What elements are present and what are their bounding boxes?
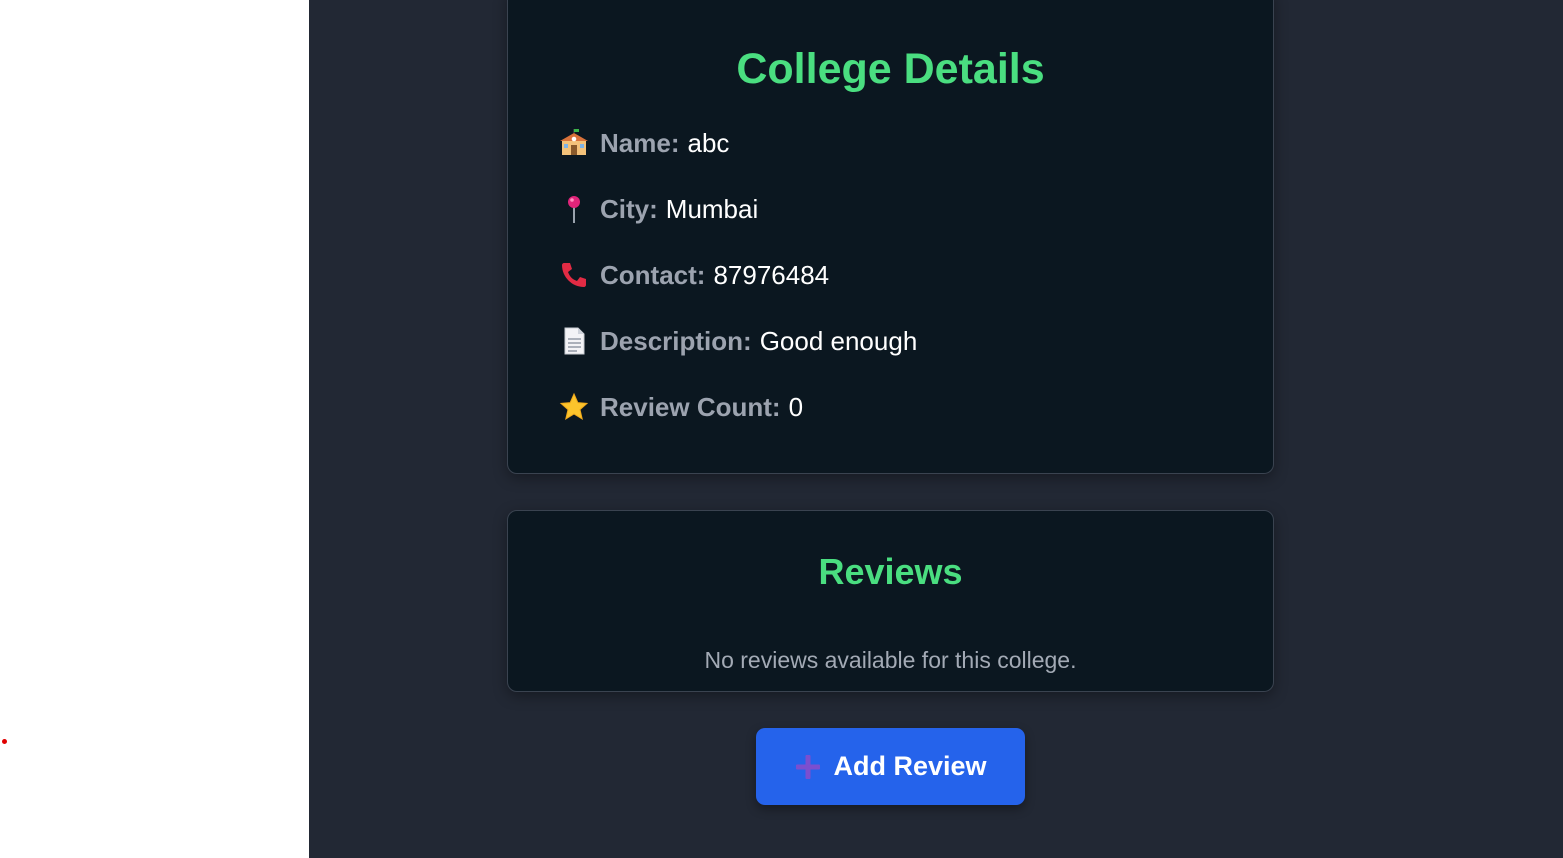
star-icon xyxy=(559,392,589,422)
add-review-button[interactable]: Add Review xyxy=(756,728,1025,805)
red-dot-marker xyxy=(2,739,7,744)
document-icon xyxy=(559,326,589,356)
blank-left-pane xyxy=(0,0,309,858)
reviews-title: Reviews xyxy=(818,551,963,592)
detail-row-description: Description: Good enough xyxy=(559,323,917,359)
telephone-icon xyxy=(559,260,589,290)
detail-label: City: xyxy=(600,193,658,224)
detail-label: Contact: xyxy=(600,259,706,290)
detail-label: Description: xyxy=(600,325,752,356)
pushpin-icon xyxy=(559,194,589,224)
detail-value: 0 xyxy=(788,391,804,422)
detail-row-review-count: Review Count: 0 xyxy=(559,389,803,425)
plus-icon xyxy=(794,753,822,781)
detail-value: Good enough xyxy=(759,325,918,356)
college-details-card: College Details Name: abc City: Mumbai C… xyxy=(507,0,1274,474)
detail-value: Mumbai xyxy=(665,193,759,224)
detail-row-contact: Contact: 87976484 xyxy=(559,257,829,293)
add-review-label: Add Review xyxy=(833,751,987,781)
detail-row-city: City: Mumbai xyxy=(559,191,758,227)
detail-label: Name: xyxy=(600,127,680,158)
no-reviews-message: No reviews available for this college. xyxy=(704,647,1077,673)
reviews-card: Reviews No reviews available for this co… xyxy=(507,510,1274,692)
school-icon xyxy=(559,128,589,158)
detail-label: Review Count: xyxy=(600,391,781,422)
detail-value: abc xyxy=(687,127,730,158)
detail-row-name: Name: abc xyxy=(559,125,729,161)
detail-value: 87976484 xyxy=(713,259,830,290)
main-content: College Details Name: abc City: Mumbai C… xyxy=(309,0,1563,858)
college-details-title: College Details xyxy=(736,45,1045,93)
